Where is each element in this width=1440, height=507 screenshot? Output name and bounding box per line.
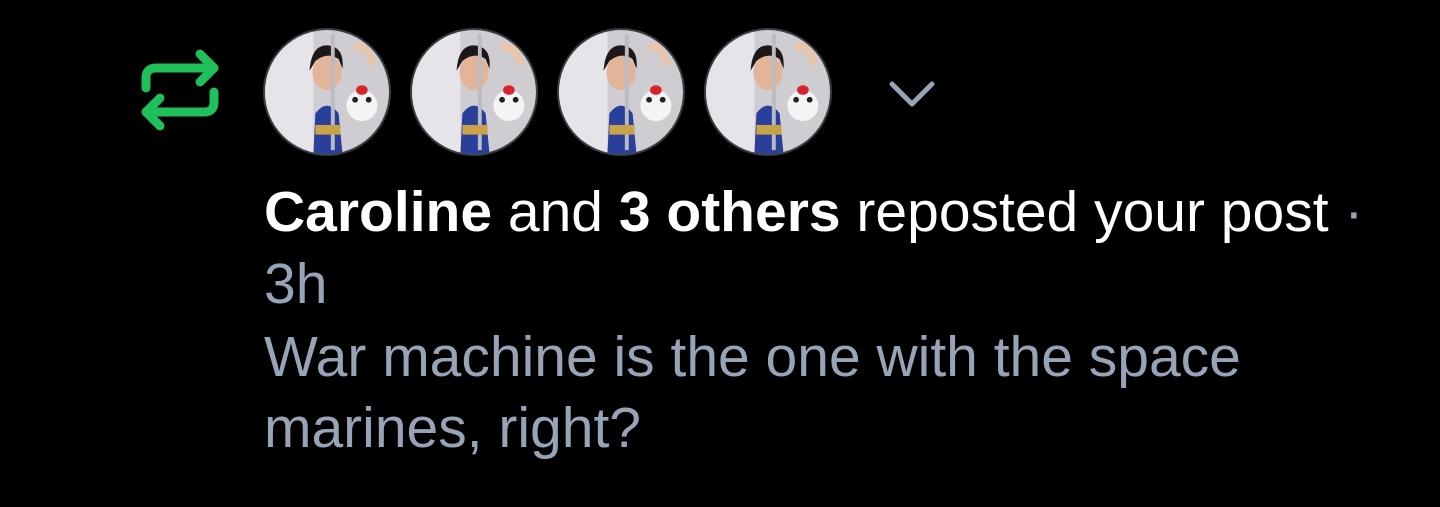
avatar[interactable] bbox=[557, 28, 685, 156]
chevron-down-icon[interactable] bbox=[880, 70, 944, 120]
action-text: reposted your post bbox=[840, 180, 1329, 244]
avatar-stack bbox=[263, 26, 832, 158]
separator: · bbox=[1328, 180, 1364, 244]
repost-icon bbox=[141, 49, 219, 131]
avatar-photo bbox=[265, 30, 389, 154]
notification-headline: Caroline and 3 others reposted your post… bbox=[264, 176, 1414, 320]
others-link[interactable]: 3 others bbox=[619, 180, 841, 244]
avatar[interactable] bbox=[263, 28, 391, 156]
timestamp: 3h bbox=[264, 252, 328, 316]
post-preview: War machine is the one with the space ma… bbox=[264, 325, 1241, 460]
avatar[interactable] bbox=[704, 28, 832, 156]
actor-name[interactable]: Caroline bbox=[264, 180, 492, 244]
notification-text: Caroline and 3 others reposted your post… bbox=[264, 176, 1414, 464]
avatar-photo bbox=[412, 30, 536, 154]
avatar-photo bbox=[706, 30, 830, 154]
avatar-photo bbox=[559, 30, 683, 154]
connector-text: and bbox=[492, 180, 619, 244]
repost-notification[interactable]: Caroline and 3 others reposted your post… bbox=[0, 0, 1440, 507]
avatar[interactable] bbox=[410, 28, 538, 156]
